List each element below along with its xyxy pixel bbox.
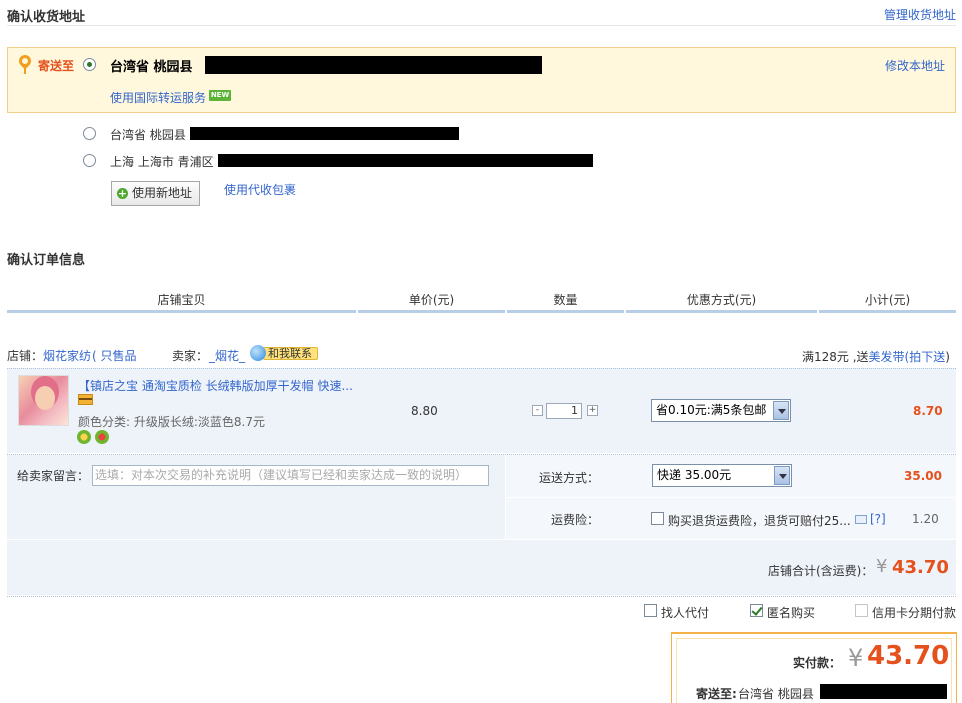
- column-header-discount: 优惠方式(元): [686, 293, 757, 307]
- column-header-subtotal: 小计(元): [864, 293, 911, 307]
- insurance-help-link[interactable]: [?]: [870, 512, 886, 526]
- chevron-down-icon: [774, 466, 790, 485]
- manage-address-link[interactable]: 管理收货地址: [884, 6, 956, 23]
- proxy-pay-checkbox[interactable]: [644, 604, 657, 617]
- redacted-address-2: [190, 127, 459, 140]
- quantity-increase-button[interactable]: +: [587, 405, 598, 416]
- quantity-decrease-button[interactable]: -: [532, 405, 543, 416]
- shipping-select[interactable]: 快递 35.00元: [652, 464, 792, 487]
- address-radio-selected[interactable]: [83, 58, 96, 71]
- divider: [7, 25, 956, 26]
- promo-prefix: 满128元 ,送: [802, 350, 869, 364]
- payment-label: 实付款：: [793, 656, 842, 670]
- shop-total-amount: 43.70: [892, 557, 949, 578]
- shop-suffix: ( 只售品: [92, 349, 137, 363]
- insurance-checkbox[interactable]: [651, 512, 664, 525]
- shop-total-label: 店铺合计(含运费)：: [768, 564, 874, 578]
- order-section-title: 确认订单信息: [7, 253, 86, 268]
- item-title-link[interactable]: 【镇店之宝 通淘宝质检 长绒韩版加厚干发帽 快速...: [78, 377, 363, 394]
- payment-currency: ¥: [848, 644, 864, 672]
- discount-select-value: 省0.10元:满5条包邮: [656, 403, 767, 417]
- item-variant: 颜色分类: 升级版长绒:淡蓝色8.7元: [78, 415, 265, 429]
- use-new-address-label: 使用新地址: [132, 186, 193, 200]
- message-icon: [855, 515, 867, 524]
- row-divider: [7, 368, 956, 369]
- insurance-text: 购买退货运费险，退货可赔付25...: [668, 514, 851, 528]
- row-divider: [7, 596, 956, 597]
- installment-checkbox[interactable]: [855, 604, 868, 617]
- contact-seller-button[interactable]: 和我联系: [250, 345, 318, 361]
- address-radio-2[interactable]: [83, 127, 96, 140]
- divider: [506, 497, 956, 498]
- plus-icon: +: [117, 187, 128, 200]
- shipping-price: 35.00: [904, 469, 942, 483]
- shop-label: 店铺：: [7, 349, 44, 363]
- seller-label: 卖家：: [172, 349, 209, 363]
- seller-note-input[interactable]: 选填：对本次交易的补充说明（建议填写已经和卖家达成一致的说明）: [92, 465, 489, 486]
- service-flower-icon: [77, 430, 91, 444]
- payment-ship-to-label: 寄送至:: [696, 687, 737, 701]
- address-option-3[interactable]: 上海 上海市 青浦区: [110, 153, 214, 170]
- redacted-payment-address: [820, 684, 947, 699]
- quantity-input[interactable]: 1: [546, 403, 582, 419]
- column-header-item: 店铺宝贝: [157, 293, 206, 307]
- payment-amount: 43.70: [867, 641, 950, 671]
- ship-to-label: 寄送至: [38, 59, 75, 73]
- chevron-down-icon: [773, 401, 789, 420]
- note-label: 给卖家留言：: [17, 469, 90, 483]
- contact-seller-label: 和我联系: [263, 347, 318, 360]
- header-underline: [819, 310, 956, 313]
- shipping-select-value: 快递 35.00元: [657, 468, 732, 482]
- shop-name-link[interactable]: 烟花家纺: [43, 347, 91, 364]
- edit-address-link[interactable]: 修改本地址: [885, 57, 945, 74]
- item-subtotal: 8.70: [913, 404, 943, 418]
- wangwang-icon: [250, 345, 266, 361]
- anonymous-checkbox[interactable]: [750, 604, 763, 617]
- header-underline: [507, 310, 624, 313]
- anonymous-label: 匿名购买: [767, 606, 816, 620]
- unit-price: 8.80: [411, 404, 438, 418]
- header-underline: [358, 310, 505, 313]
- selected-address-text: 台湾省 桃园县: [110, 60, 193, 75]
- discount-select[interactable]: 省0.10元:满5条包邮: [651, 399, 791, 422]
- credit-card-icon: [78, 394, 93, 405]
- shop-total-currency: ¥: [876, 556, 888, 577]
- address-section-title: 确认收货地址: [7, 10, 86, 25]
- insurance-price: 1.20: [912, 512, 939, 526]
- proxy-pickup-link[interactable]: 使用代收包裹: [224, 181, 296, 198]
- insurance-label: 运费险：: [551, 513, 600, 527]
- redacted-address: [205, 56, 542, 74]
- seller-name-link[interactable]: _烟花_: [209, 347, 245, 364]
- item-thumbnail[interactable]: [18, 375, 69, 426]
- use-new-address-button[interactable]: + 使用新地址: [111, 181, 200, 206]
- column-header-unit-price: 单价(元): [408, 293, 455, 307]
- service-seven-day-icon: [95, 430, 109, 444]
- redacted-address-3: [218, 154, 593, 167]
- column-header-quantity: 数量: [553, 293, 578, 307]
- location-pin-icon-stem: [24, 66, 26, 74]
- installment-label: 信用卡分期付款: [872, 606, 957, 620]
- address-option-2[interactable]: 台湾省 桃园县: [110, 126, 186, 143]
- proxy-pay-label: 找人代付: [661, 606, 710, 620]
- header-underline: [626, 310, 817, 313]
- header-underline: [7, 310, 356, 313]
- promo-text: 满128元 ,送美发带(拍下送): [802, 348, 950, 365]
- shipping-label: 运送方式：: [539, 471, 600, 485]
- new-badge: NEW: [209, 90, 231, 101]
- promo-suffix: ): [945, 350, 950, 364]
- payment-ship-to: 台湾省 桃园县: [738, 687, 814, 701]
- promo-link[interactable]: 美发带(拍下送: [869, 350, 946, 364]
- intl-forwarding-link[interactable]: 使用国际转运服务: [110, 89, 206, 106]
- address-radio-3[interactable]: [83, 154, 96, 167]
